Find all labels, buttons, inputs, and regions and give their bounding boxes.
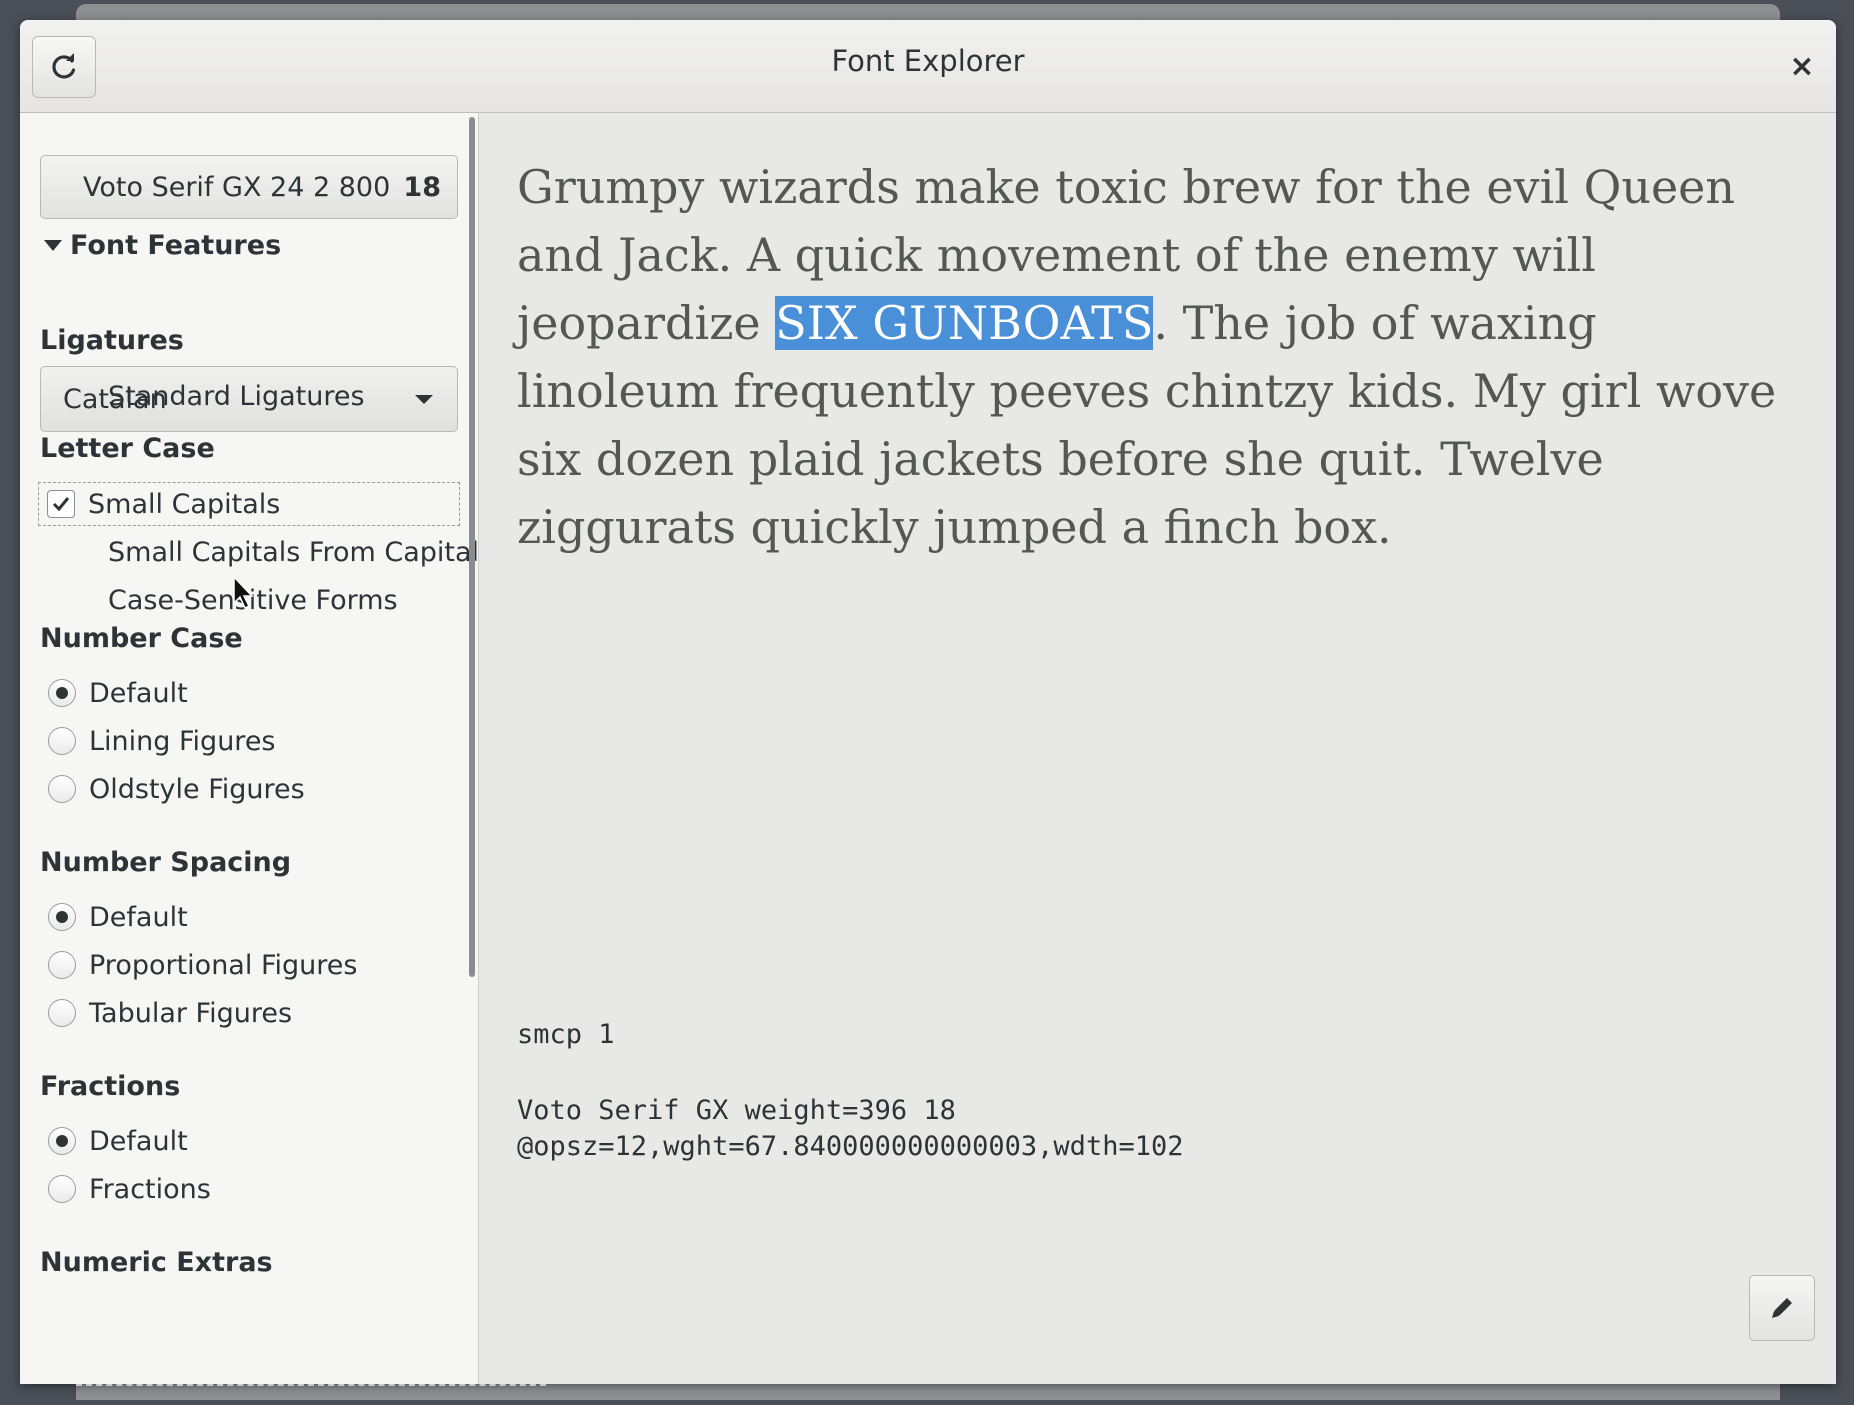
radio-button[interactable] <box>48 951 76 979</box>
font-description-line2: @opsz=12,wght=67.840000000000003,wdth=10… <box>517 1131 1184 1162</box>
features-readout: smcp 1 <box>517 1019 615 1050</box>
checkmark-icon <box>52 497 70 512</box>
font-name-label: Voto Serif GX 24 2 800 <box>83 171 391 203</box>
number-case-oldstyle-figures[interactable]: Oldstyle Figures <box>40 768 305 810</box>
pencil-icon <box>1772 1298 1792 1318</box>
font-features-label: Font Features <box>70 229 282 261</box>
radio-button[interactable] <box>48 999 76 1027</box>
font-description-line1: Voto Serif GX weight=396 18 <box>517 1095 956 1126</box>
number-spacing-proportional-figures[interactable]: Proportional Figures <box>40 944 357 986</box>
mouse-pointer-icon <box>233 575 254 610</box>
feature-case-sensitive-forms[interactable]: Case-Sensitive Forms <box>40 579 398 621</box>
option-label: Tabular Figures <box>89 997 293 1029</box>
number-case-default[interactable]: Default <box>40 672 188 714</box>
background-window-edge <box>76 1384 546 1400</box>
option-label: Default <box>89 677 188 709</box>
small-capitals-checkbox[interactable] <box>47 490 75 518</box>
fractions-heading: Fractions <box>40 1071 181 1102</box>
edit-button[interactable] <box>1749 1275 1815 1341</box>
radio-button[interactable] <box>48 679 76 707</box>
feature-label: Small Capitals <box>88 488 281 520</box>
option-label: Fractions <box>89 1173 211 1205</box>
feature-small-capitals-from-capitals[interactable]: Small Capitals From Capitals <box>40 531 478 573</box>
feature-small-capitals[interactable]: Small Capitals <box>38 482 460 526</box>
number-spacing-default[interactable]: Default <box>40 896 188 938</box>
radio-button[interactable] <box>48 903 76 931</box>
dropdown-arrow-icon <box>415 394 433 404</box>
option-label: Default <box>89 1125 188 1157</box>
radio-button[interactable] <box>48 1127 76 1155</box>
fractions-fractions[interactable]: Fractions <box>40 1168 211 1210</box>
close-button[interactable]: × <box>1782 46 1822 86</box>
option-label: Lining Figures <box>89 725 276 757</box>
ligatures-heading: Ligatures <box>40 325 184 356</box>
preview-pane: Grumpy wizards make toxic brew for the e… <box>479 113 1836 1384</box>
number-spacing-heading: Number Spacing <box>40 847 292 878</box>
radio-button[interactable] <box>48 727 76 755</box>
feature-sidebar: Voto Serif GX 24 2 800 18 Font Features … <box>20 113 478 1384</box>
feature-label: Small Capitals From Capitals <box>108 536 478 568</box>
font-chooser-button[interactable]: Voto Serif GX 24 2 800 18 <box>40 155 458 219</box>
close-icon: × <box>1789 48 1815 84</box>
option-label: Default <box>89 901 188 933</box>
header-bar: Font Explorer × <box>20 20 1836 113</box>
selected-text: SIX GUNBOATS <box>775 296 1154 350</box>
window-title: Font Explorer <box>831 44 1025 78</box>
font-explorer-window: Font Explorer × Voto Serif GX 24 2 800 1… <box>20 20 1836 1384</box>
option-label: Oldstyle Figures <box>89 773 305 805</box>
sidebar-scrollbar[interactable] <box>469 117 475 977</box>
radio-button[interactable] <box>48 775 76 803</box>
numeric-extras-heading: Numeric Extras <box>40 1247 273 1278</box>
option-label: Proportional Figures <box>89 949 358 981</box>
font-size-label: 18 <box>403 171 441 203</box>
feature-label: Standard Ligatures <box>108 380 365 412</box>
letter-case-heading: Letter Case <box>40 433 215 464</box>
number-case-lining-figures[interactable]: Lining Figures <box>40 720 276 762</box>
number-case-heading: Number Case <box>40 623 243 654</box>
expander-arrow-icon <box>44 239 62 251</box>
font-features-expander[interactable]: Font Features <box>44 225 281 265</box>
radio-button[interactable] <box>48 1175 76 1203</box>
sample-text[interactable]: Grumpy wizards make toxic brew for the e… <box>517 153 1797 561</box>
feature-standard-ligatures[interactable]: Standard Ligatures <box>40 375 365 417</box>
fractions-default[interactable]: Default <box>40 1120 188 1162</box>
number-spacing-tabular-figures[interactable]: Tabular Figures <box>40 992 292 1034</box>
